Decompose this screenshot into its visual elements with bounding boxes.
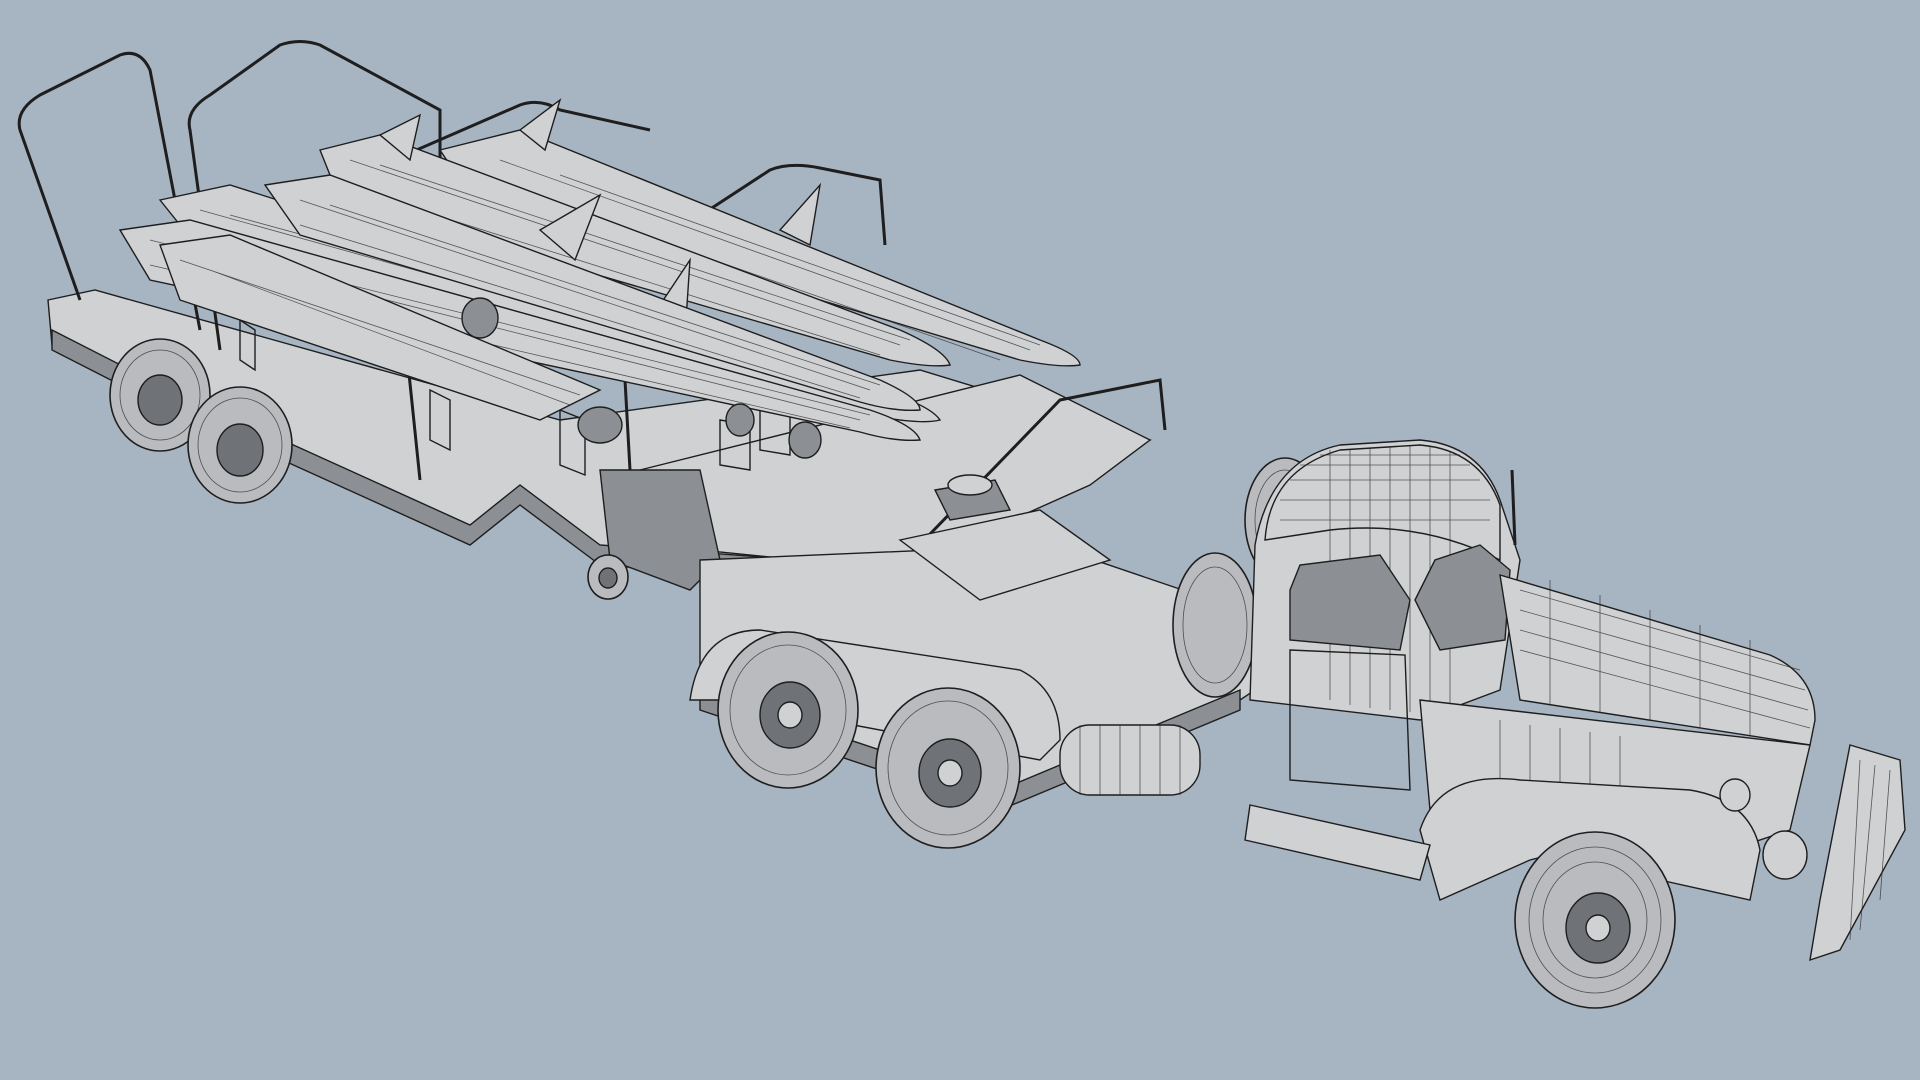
missile-nozzle (577, 406, 623, 444)
intake-ring (725, 403, 755, 437)
front-winch (1762, 830, 1808, 880)
deck-hatch (947, 474, 993, 496)
truck-wheel-rear-2 (875, 687, 1021, 849)
intake-ring (788, 421, 822, 459)
model-render (0, 0, 1920, 1080)
headlight (1719, 778, 1751, 812)
spare-wheel-2 (1172, 552, 1258, 698)
trailer-wheel-rear-2 (187, 386, 293, 504)
intake-ring (461, 297, 499, 339)
truck-wheel-front (1514, 831, 1676, 1009)
fuel-tank (1059, 724, 1201, 796)
viewport (0, 0, 1920, 1080)
truck-wheel-rear-1 (717, 631, 859, 789)
trailer-landing-wheel (587, 554, 629, 600)
